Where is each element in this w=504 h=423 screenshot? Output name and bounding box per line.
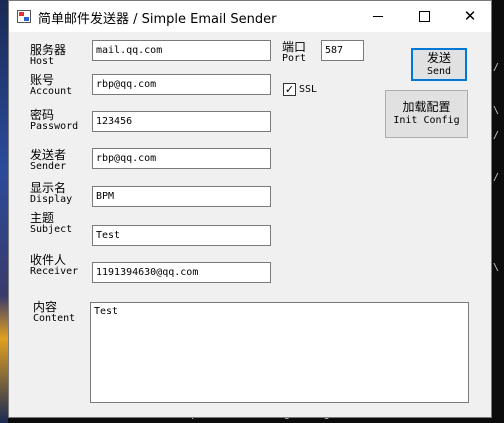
sender-label: 发送者 Sender — [30, 149, 66, 173]
password-input[interactable]: 123456 — [92, 111, 271, 132]
display-label-en: Display — [30, 194, 73, 205]
window-title: 简单邮件发送器 / Simple Email Sender — [38, 12, 277, 27]
account-label-zh: 账号 — [30, 73, 55, 87]
content-label-en: Content — [33, 313, 76, 324]
account-label: 账号 Account — [30, 74, 72, 98]
close-button[interactable]: ✕ — [447, 1, 493, 32]
sender-label-zh: 发送者 — [30, 148, 67, 162]
host-label-en: Host — [30, 56, 55, 67]
content-textarea[interactable]: Test — [90, 302, 469, 403]
console-glyph: / — [493, 172, 500, 183]
subject-label-zh: 主题 — [30, 211, 55, 225]
display-input[interactable]: BPM — [92, 186, 271, 207]
content-label: 内容 Content — [33, 301, 75, 325]
host-input[interactable]: mail.qq.com — [92, 40, 271, 61]
subject-label-en: Subject — [30, 224, 73, 235]
port-label-en: Port — [282, 53, 307, 64]
sender-input[interactable]: rbp@qq.com — [92, 148, 271, 169]
console-glyph: \ — [493, 262, 500, 273]
display-label: 显示名 Display — [30, 182, 72, 206]
init-config-label-en: Init Config — [393, 115, 460, 126]
maximize-button[interactable] — [401, 1, 447, 32]
display-label-zh: 显示名 — [30, 181, 67, 195]
ssl-checkbox[interactable]: ✓ — [283, 83, 296, 96]
email-sender-window: 简单邮件发送器 / Simple Email Sender ✕ 服务器 Host… — [8, 0, 492, 418]
account-label-en: Account — [30, 86, 73, 97]
receiver-label-zh: 收件人 — [30, 253, 67, 267]
ssl-label[interactable]: SSL — [299, 84, 317, 95]
close-icon: ✕ — [463, 7, 477, 25]
title-bar[interactable]: 简单邮件发送器 / Simple Email Sender ✕ — [9, 1, 491, 32]
receiver-label: 收件人 Receiver — [30, 254, 78, 278]
account-input[interactable]: rbp@qq.com — [92, 74, 271, 95]
subject-label: 主题 Subject — [30, 212, 72, 236]
sender-label-en: Sender — [30, 161, 67, 172]
maximize-icon — [418, 11, 430, 22]
host-label-zh: 服务器 — [30, 43, 67, 57]
subject-input[interactable]: Test — [92, 225, 271, 246]
receiver-label-en: Receiver — [30, 266, 79, 277]
content-label-zh: 内容 — [33, 300, 58, 314]
checkmark-icon: ✓ — [284, 83, 295, 96]
password-label: 密码 Password — [30, 109, 78, 133]
console-window-edge: / \ / / \ — [492, 0, 504, 423]
init-config-label-zh: 加载配置 — [402, 100, 451, 114]
app-icon — [17, 10, 31, 23]
console-glyph: \ — [493, 105, 500, 116]
send-button-label-zh: 发送 — [426, 50, 451, 65]
minimize-button[interactable] — [355, 1, 401, 32]
desktop-background — [0, 0, 8, 423]
send-button-label-en: Send — [426, 65, 452, 77]
console-glyph: / — [493, 130, 500, 141]
password-label-zh: 密码 — [30, 108, 55, 122]
send-button[interactable]: 发送 Send — [411, 48, 467, 81]
port-label-zh: 端口 — [282, 40, 307, 54]
console-glyph: / — [493, 62, 500, 73]
port-input[interactable]: 587 — [321, 40, 364, 61]
host-label: 服务器 Host — [30, 44, 66, 68]
init-config-button[interactable]: 加载配置 Init Config — [385, 90, 468, 138]
minimize-icon — [373, 16, 383, 17]
receiver-input[interactable]: 1191394630@qq.com — [92, 262, 271, 283]
password-label-en: Password — [30, 121, 79, 132]
port-label: 端口 Port — [282, 41, 306, 65]
